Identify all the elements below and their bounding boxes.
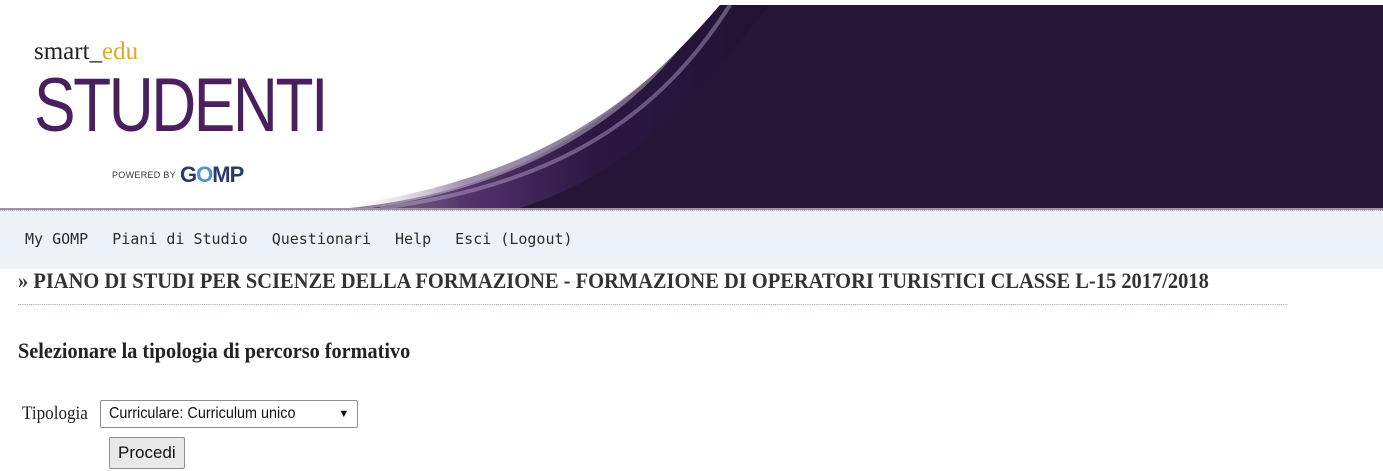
gomp-letters-mp: MP	[212, 162, 244, 187]
logo-studenti: STUDENTI	[34, 63, 328, 148]
nav-item-my-gomp[interactable]: My GOMP	[25, 230, 88, 248]
nav-item-logout[interactable]: Esci (Logout)	[455, 230, 572, 248]
logo-accent-text: edu	[102, 38, 139, 65]
logo-prefix-text: smart_	[34, 38, 103, 65]
gomp-letter-o: O	[196, 162, 213, 187]
powered-by-label: POWERED BY	[112, 170, 177, 180]
tipologia-select[interactable]: Curriculare: Curriculum unico ▼	[100, 400, 359, 428]
section-heading: Selezionare la tipologia di percorso for…	[18, 338, 411, 363]
dropdown-arrow-icon: ▼	[338, 408, 350, 420]
gomp-letter-g: G	[180, 162, 197, 187]
logo-smart-edu: smart_edu	[34, 38, 390, 66]
header-banner: smart_edu STUDENTI POWERED BY GOMP	[0, 0, 1383, 210]
tipologia-label: Tipologia	[22, 403, 88, 424]
powered-by: POWERED BY GOMP	[112, 162, 244, 188]
nav-item-questionari[interactable]: Questionari	[272, 230, 371, 248]
main-navbar: My GOMP Piani di Studio Questionari Help…	[0, 210, 1383, 269]
gomp-logo: GOMP	[180, 162, 244, 188]
nav-item-help[interactable]: Help	[395, 230, 431, 248]
tipologia-row: Tipologia Curriculare: Curriculum unico …	[22, 400, 359, 428]
nav-items: My GOMP Piani di Studio Questionari Help…	[25, 230, 597, 248]
tipologia-selected-value: Curriculare: Curriculum unico	[109, 405, 296, 422]
nav-item-piani-di-studio[interactable]: Piani di Studio	[112, 230, 247, 248]
logo: smart_edu STUDENTI	[34, 38, 390, 144]
page-title: » PIANO DI STUDI PER SCIENZE DELLA FORMA…	[18, 268, 1288, 305]
procedi-button[interactable]: Procedi	[109, 437, 185, 469]
